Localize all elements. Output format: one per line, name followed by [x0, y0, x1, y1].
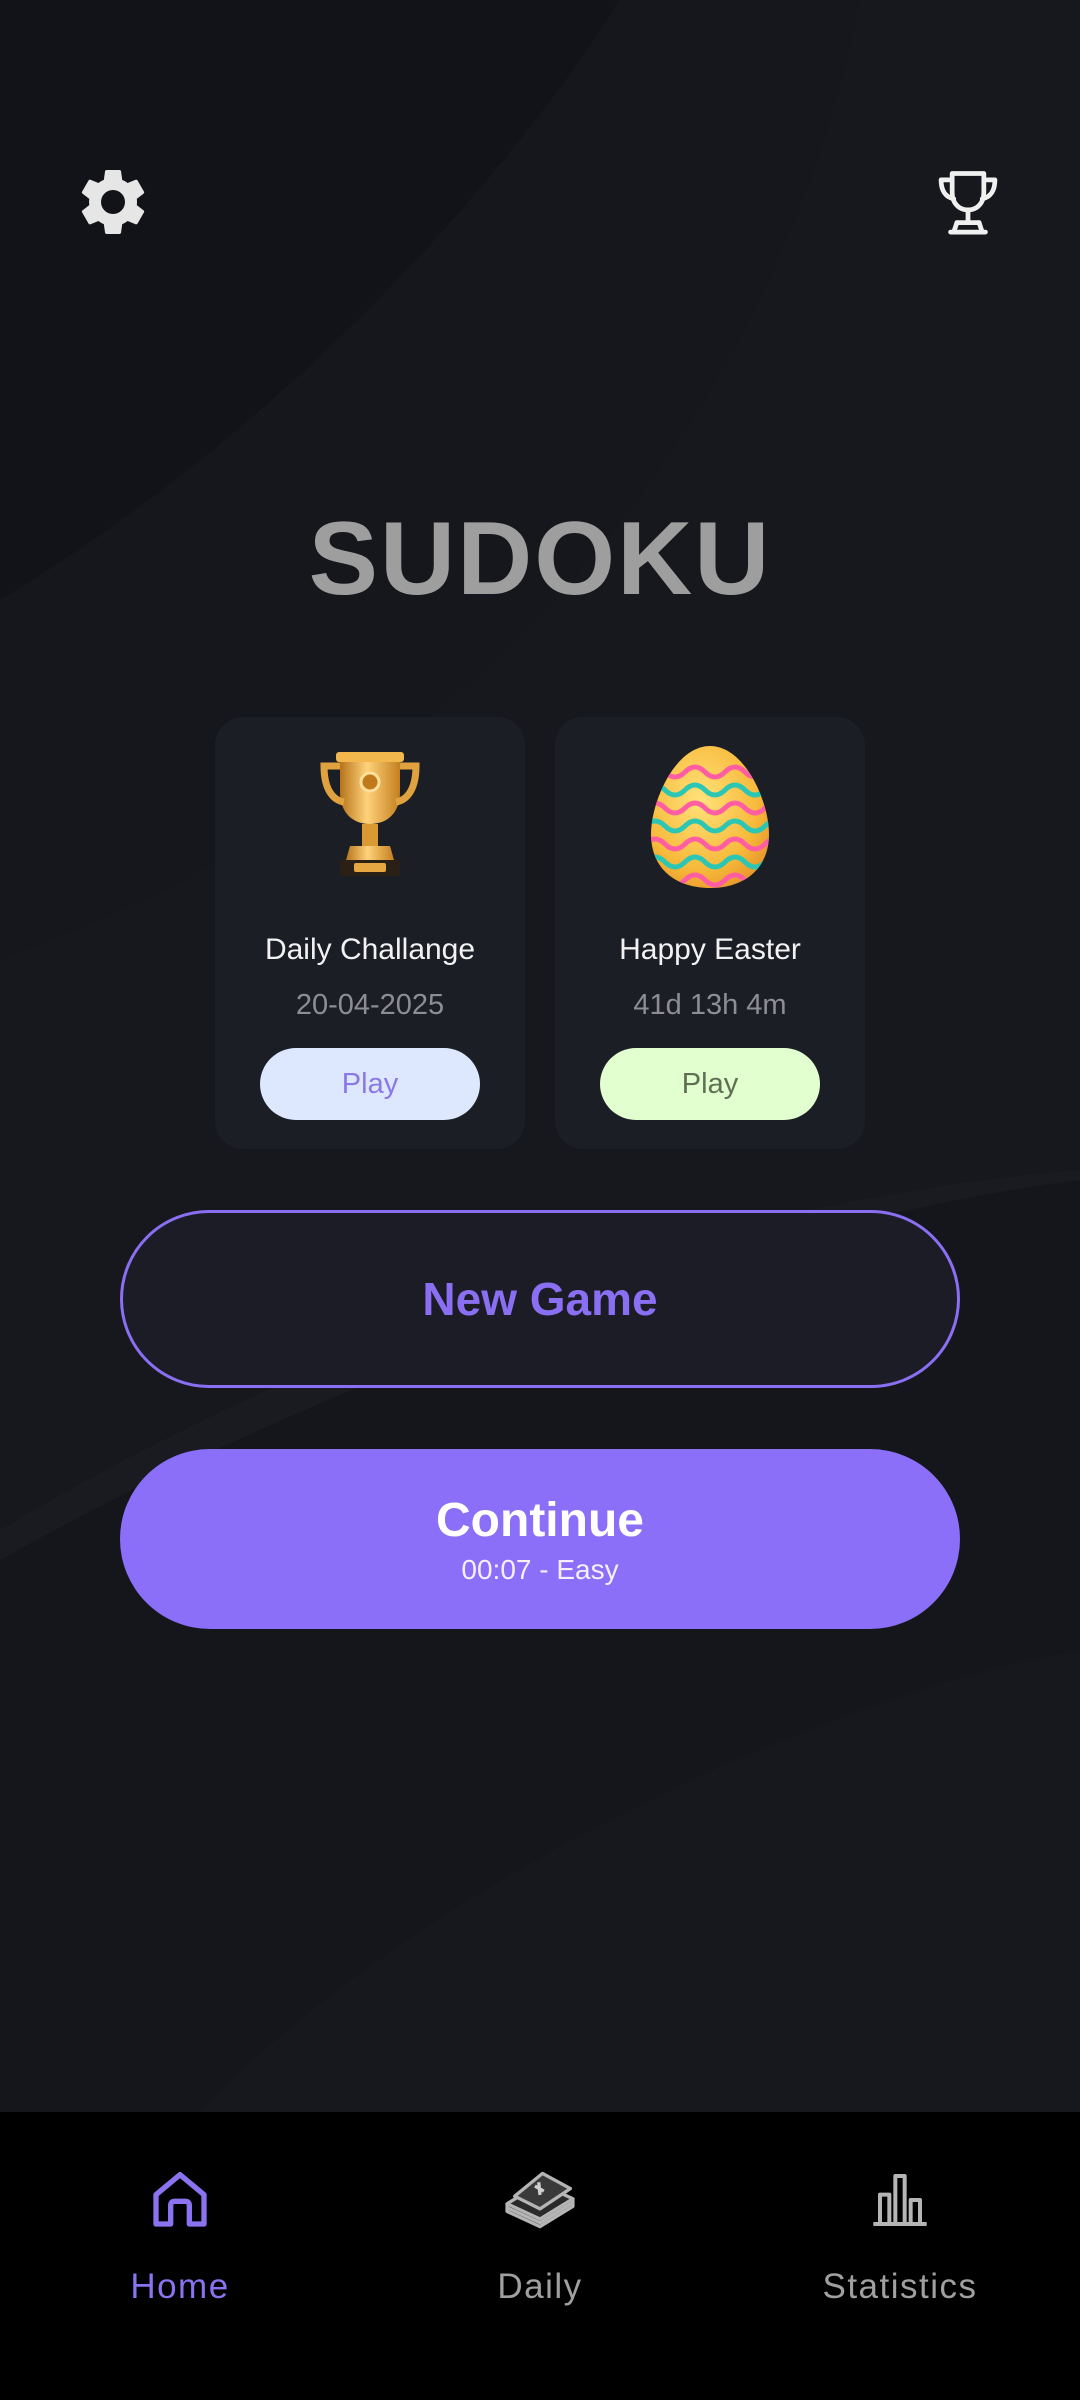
nav-label-daily: Daily: [497, 2267, 583, 2306]
continue-status: 00:07 - Easy: [461, 1553, 619, 1585]
app-title: SUDOKU: [308, 501, 772, 617]
nav-item-daily[interactable]: Daily: [360, 2112, 720, 2400]
daily-play-button[interactable]: Play: [260, 1048, 480, 1120]
nav-item-statistics[interactable]: Statistics: [720, 2112, 1080, 2400]
nav-item-home[interactable]: Home: [0, 2112, 360, 2400]
bottom-navigation: Home Daily Statistics: [0, 2112, 1080, 2400]
nav-label-statistics: Statistics: [822, 2267, 978, 2306]
card-title: Happy Easter: [619, 933, 801, 966]
card-date: 20-04-2025: [295, 989, 445, 1021]
event-play-button[interactable]: Play: [600, 1048, 820, 1120]
achievements-button[interactable]: [920, 154, 1016, 250]
gold-trophy-icon: [320, 752, 420, 876]
new-game-button[interactable]: New Game: [120, 1210, 960, 1388]
bar-chart-icon: [873, 2174, 927, 2226]
trophy-icon: [938, 171, 998, 235]
event-card[interactable]: Happy Easter 41d 13h 4m Play: [555, 717, 865, 1149]
continue-label: Continue: [436, 1493, 644, 1547]
easter-egg-icon: [651, 746, 769, 888]
card-title: Daily Challange: [264, 933, 476, 966]
calendar-icon: [505, 2171, 575, 2229]
home-icon: [153, 2172, 207, 2227]
continue-button[interactable]: Continue 00:07 - Easy: [120, 1449, 960, 1629]
nav-label-home: Home: [130, 2267, 230, 2306]
new-game-label: New Game: [422, 1273, 658, 1325]
daily-challenge-card[interactable]: Daily Challange 20-04-2025 Play: [215, 717, 525, 1149]
background: [0, 0, 1080, 2112]
card-countdown: 41d 13h 4m: [633, 989, 787, 1021]
gear-icon: [81, 169, 145, 234]
settings-button[interactable]: [65, 154, 161, 250]
